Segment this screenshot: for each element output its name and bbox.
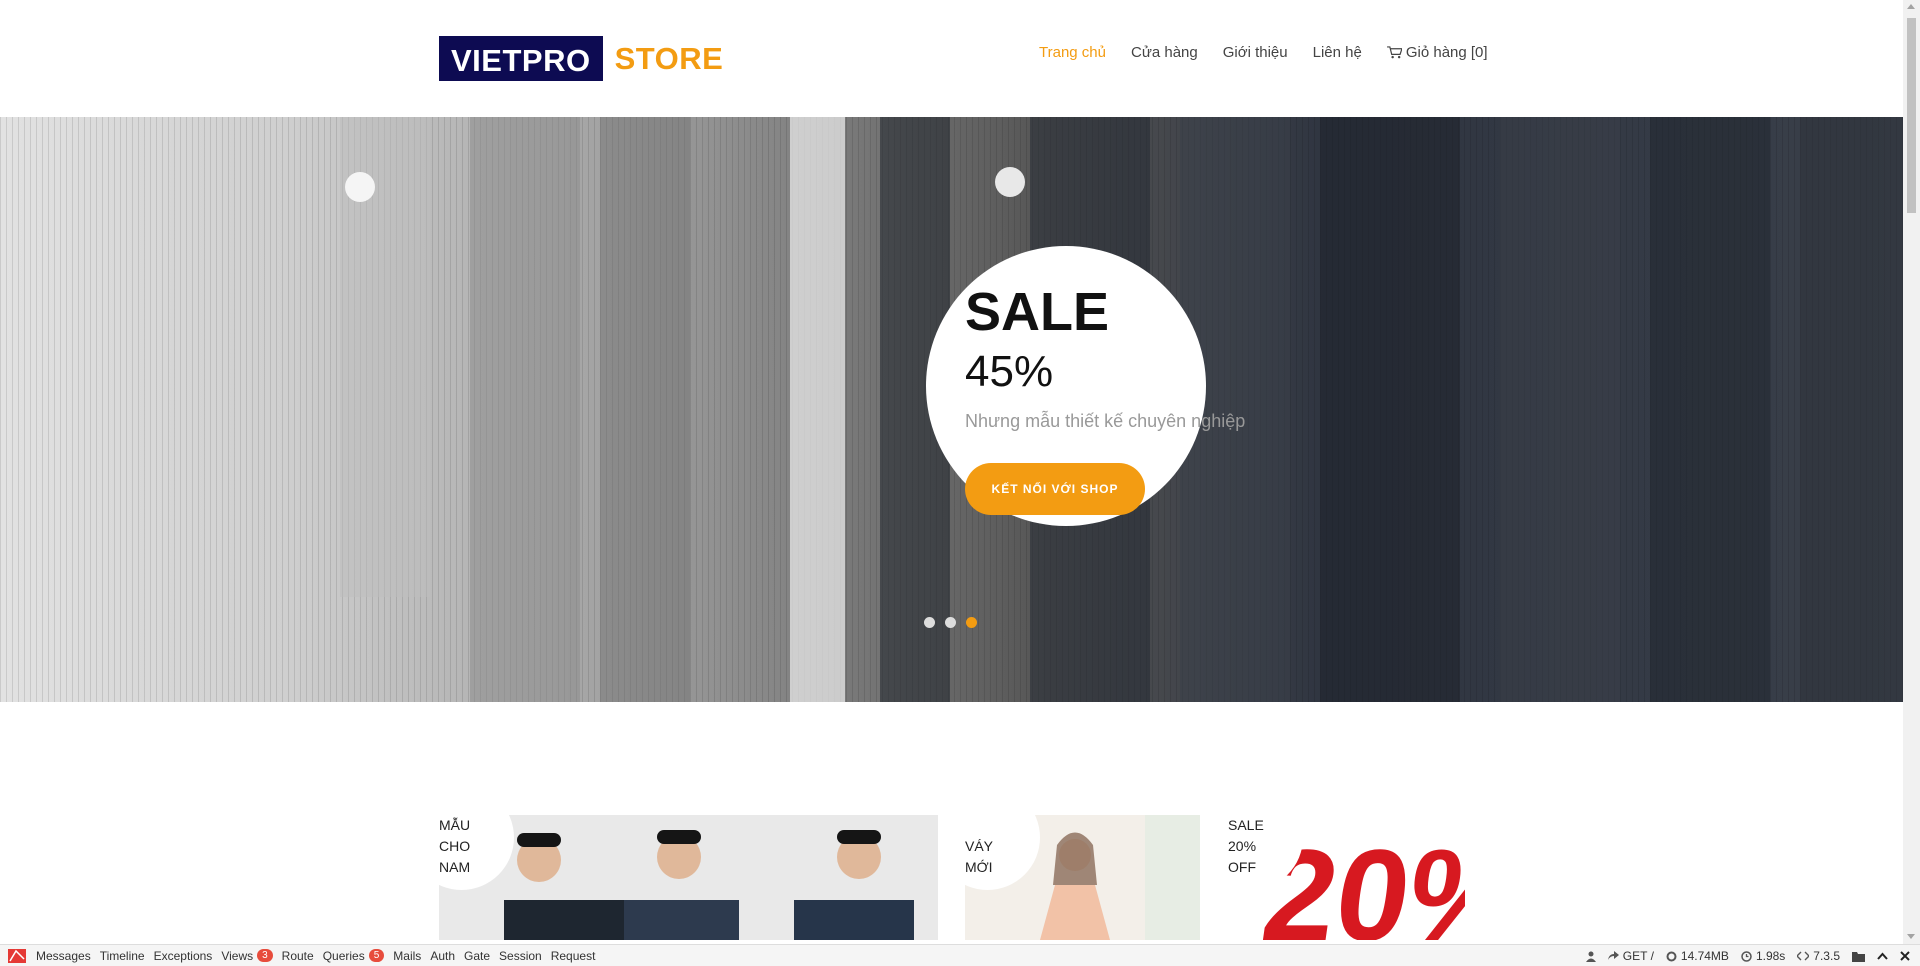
category-dress-label: VÁY MỚI <box>965 838 994 875</box>
site-header: VIETPRO STORE Trang chủ Cửa hàng Giới th… <box>0 0 1903 117</box>
cogs-icon <box>1666 951 1677 961</box>
category-men-label: MẪU CHO NAM <box>439 817 471 875</box>
debug-tab-views[interactable]: Views 3 <box>221 949 273 963</box>
debug-tab-request[interactable]: Request <box>551 949 596 963</box>
clock-icon <box>1741 950 1752 962</box>
logo-store: STORE <box>614 41 724 76</box>
debug-tab-exceptions[interactable]: Exceptions <box>154 949 213 963</box>
connect-shop-button[interactable]: KẾT NỐI VỚI SHOP <box>965 463 1145 515</box>
scroll-up-icon[interactable] <box>1907 4 1915 9</box>
nav-cart[interactable]: Giỏ hàng [0] <box>1386 44 1488 61</box>
category-sale-label: SALE 20% OFF <box>1228 817 1264 875</box>
memory-usage: 14.74MB <box>1666 949 1729 963</box>
sale-subtitle: Nhưng mẫu thiết kế chuyên nghiệp <box>965 411 1246 431</box>
debug-tab-session[interactable]: Session <box>499 949 542 963</box>
debug-bar: Messages Timeline Exceptions Views 3 Rout… <box>0 944 1920 966</box>
nav-contact[interactable]: Liên hệ <box>1313 44 1362 61</box>
category-dress[interactable]: VÁY MỚI <box>965 815 1200 940</box>
main-nav: Trang chủ Cửa hàng Giới thiệu Liên hệ Gi… <box>1039 44 1513 61</box>
nav-home[interactable]: Trang chủ <box>1039 44 1106 61</box>
debug-tab-messages[interactable]: Messages <box>36 949 91 963</box>
nav-about[interactable]: Giới thiệu <box>1223 44 1288 61</box>
debug-tab-timeline[interactable]: Timeline <box>100 949 145 963</box>
cart-label: Giỏ hàng [0] <box>1405 44 1488 61</box>
folder-icon[interactable] <box>1852 951 1865 962</box>
slider-dot-1[interactable] <box>924 617 935 628</box>
request-method: GET / <box>1607 949 1654 963</box>
debug-bar-stats: GET / 14.74MB 1.98s 7.3.5 <box>1585 945 1910 966</box>
debug-tab-queries[interactable]: Queries 5 <box>323 949 385 963</box>
category-sale[interactable]: 20% SALE 20% OFF <box>1228 815 1465 940</box>
page: VIETPRO STORE Trang chủ Cửa hàng Giới th… <box>0 0 1920 966</box>
scroll-down-icon[interactable] <box>1907 934 1915 939</box>
logo[interactable]: VIETPRO STORE <box>439 36 723 81</box>
debug-tab-mails[interactable]: Mails <box>393 949 421 963</box>
close-icon[interactable] <box>1900 951 1910 961</box>
sale-title: SALE <box>965 282 1110 342</box>
queries-count-badge: 5 <box>368 949 385 962</box>
share-icon <box>1607 951 1619 960</box>
views-count-badge: 3 <box>257 949 273 962</box>
request-time: 1.98s <box>1741 949 1785 963</box>
debugbar-logo-icon[interactable] <box>8 948 26 963</box>
nav-shop[interactable]: Cửa hàng <box>1131 44 1198 61</box>
scroll-thumb[interactable] <box>1907 18 1916 213</box>
hero-slider: SALE 45% Nhưng mẫu thiết kế chuyên nghiệ… <box>0 117 1903 702</box>
debug-tab-gate[interactable]: Gate <box>464 949 490 963</box>
debug-tab-auth[interactable]: Auth <box>430 949 455 963</box>
code-icon <box>1797 951 1810 961</box>
page-scrollbar[interactable] <box>1903 0 1920 944</box>
logo-vietpro: VIETPRO <box>439 36 603 81</box>
slider-dots <box>924 617 977 628</box>
category-men[interactable]: MẪU CHO NAM <box>439 815 938 940</box>
debug-tab-route[interactable]: Route <box>282 949 314 963</box>
slider-dot-2[interactable] <box>945 617 956 628</box>
sale-percent: 45% <box>965 347 1054 396</box>
cart-icon <box>1386 46 1402 59</box>
chevron-up-icon[interactable] <box>1877 952 1888 960</box>
php-version: 7.3.5 <box>1797 949 1840 963</box>
user-icon <box>1585 951 1596 962</box>
slider-dot-3[interactable] <box>966 617 977 628</box>
